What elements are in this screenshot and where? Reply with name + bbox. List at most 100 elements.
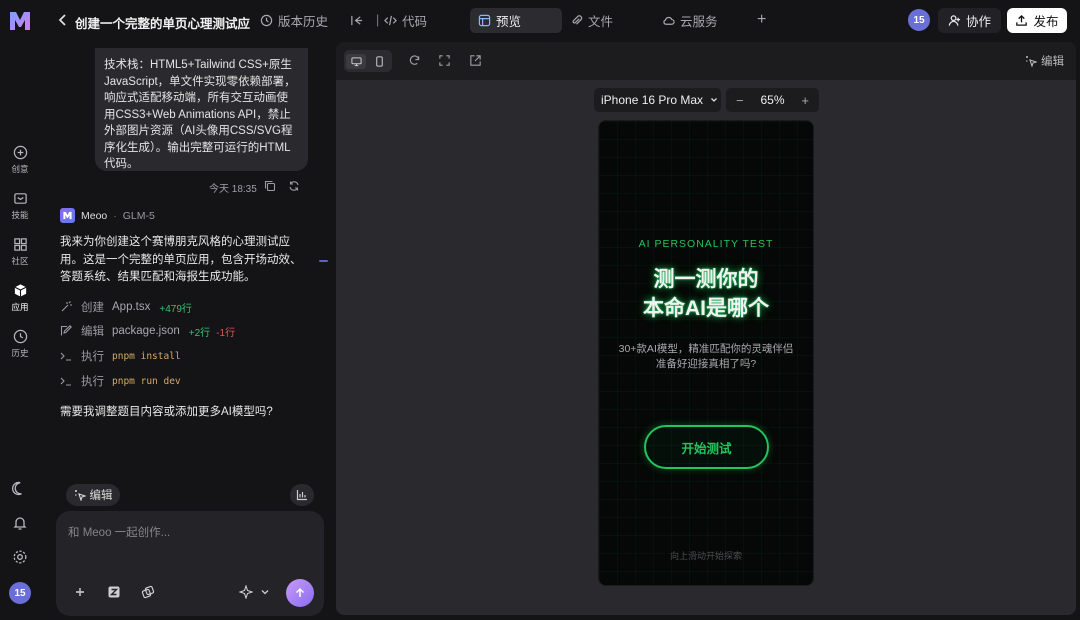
- project-title: 创建一个完整的单页心理测试应: [75, 17, 251, 31]
- briefcase-icon: [13, 193, 27, 204]
- code-icon: [384, 15, 397, 25]
- step-edit[interactable]: 编辑 package.json +2行 -1行: [60, 323, 235, 339]
- bot-name: Meoo: [81, 209, 108, 222]
- chart-button[interactable]: [290, 484, 314, 506]
- bot-dot: ·: [113, 209, 117, 222]
- terminal-icon: [60, 352, 71, 361]
- rail-item-community[interactable]: 社区: [0, 237, 40, 267]
- retry-icon[interactable]: [288, 180, 300, 192]
- rail-item-create[interactable]: 创意: [0, 145, 40, 175]
- z-app-icon[interactable]: [107, 585, 121, 599]
- step-file: App.tsx: [112, 301, 151, 313]
- tab-files-label: 文件: [588, 14, 614, 29]
- step-verb: 执行: [81, 351, 104, 363]
- settings-gear-icon[interactable]: [12, 549, 28, 565]
- meoo-logo[interactable]: [8, 10, 32, 32]
- version-history-button[interactable]: 版本历史: [260, 9, 328, 31]
- collapse-sidebar-button[interactable]: [350, 9, 363, 31]
- edit-chip-label: 编辑: [89, 490, 113, 502]
- bar-chart-icon: [296, 490, 307, 501]
- magic-wand-icon: [61, 301, 72, 312]
- copy-icon[interactable]: [264, 180, 276, 192]
- test-title-line2: 本命AI是哪个: [643, 297, 769, 320]
- step-verb: 执行: [81, 376, 104, 388]
- tab-cloud-label: 云服务: [680, 14, 718, 29]
- send-button[interactable]: [286, 579, 314, 607]
- zoom-out-button[interactable]: −: [736, 93, 744, 108]
- test-title-line1: 测一测你的: [653, 268, 759, 291]
- cube-icon: [14, 284, 26, 297]
- collaborate-button[interactable]: 协作: [938, 8, 1001, 33]
- tab-files[interactable]: 文件: [570, 9, 613, 31]
- tab-code[interactable]: 代码: [384, 9, 427, 31]
- bot-model: GLM-5: [122, 209, 155, 222]
- refresh-icon[interactable]: [408, 54, 421, 67]
- zoom-in-button[interactable]: +: [801, 93, 809, 108]
- chevron-down-icon[interactable]: [258, 585, 272, 599]
- step-verb: 创建: [81, 302, 104, 314]
- step-file: package.json: [112, 325, 180, 337]
- chat-input[interactable]: [68, 523, 308, 543]
- add-tab-button[interactable]: +: [757, 9, 766, 31]
- test-description-line1: 30+款AI模型，精准匹配你的灵魂伴侣: [618, 343, 794, 355]
- step-create[interactable]: 创建 App.tsx +479行: [60, 299, 198, 315]
- open-external-icon[interactable]: [469, 54, 482, 67]
- arrow-up-icon: [295, 587, 305, 597]
- top-bar: 创建一个完整的单页心理测试应 版本历史 | 代码 预览 文件 云服务 + 15 …: [0, 0, 1080, 40]
- step-added-lines: +2行: [188, 327, 211, 339]
- step-verb: 编辑: [81, 326, 104, 338]
- rail-label-skills: 技能: [11, 210, 29, 220]
- plus-icon: +: [757, 11, 767, 28]
- tab-cloud[interactable]: 云服务: [662, 9, 718, 31]
- desktop-view-button[interactable]: [346, 54, 366, 69]
- test-title: 测一测你的 本命AI是哪个: [599, 265, 813, 323]
- rail-item-history[interactable]: 历史: [0, 329, 40, 359]
- bell-icon[interactable]: [12, 515, 28, 531]
- model-selector-icon[interactable]: [239, 585, 253, 599]
- rail-item-skills[interactable]: 技能: [0, 191, 40, 221]
- rail-label-history: 历史: [11, 348, 29, 358]
- version-history-label: 版本历史: [278, 14, 329, 29]
- plus-icon[interactable]: [73, 585, 87, 599]
- user-avatar-small[interactable]: 15: [9, 582, 31, 604]
- back-chevron-icon[interactable]: [56, 12, 70, 28]
- monitor-icon: [350, 57, 362, 67]
- start-test-button[interactable]: 开始测试: [644, 425, 769, 469]
- chat-composer: [56, 511, 324, 616]
- user-avatar[interactable]: 15: [908, 9, 930, 31]
- step-exec-dev[interactable]: 执行 pnpm run dev: [60, 373, 181, 389]
- publish-label: 发布: [1033, 15, 1059, 29]
- preview-edit-button[interactable]: 编辑: [1019, 50, 1070, 72]
- step-exec-install[interactable]: 执行 pnpm install: [60, 348, 181, 364]
- test-subtitle: AI PERSONALITY TEST: [638, 238, 774, 250]
- fullscreen-icon[interactable]: [438, 54, 451, 67]
- collaborate-label: 协作: [965, 15, 991, 29]
- scroll-hint: 向上滑动开始探索: [669, 551, 742, 561]
- plus-circle-icon: [13, 145, 27, 160]
- test-description-line2: 准备好迎接真相了吗?: [655, 358, 757, 370]
- collapse-left-icon: [351, 15, 363, 25]
- bot-question: 需要我调整题目内容或添加更多AI模型吗?: [60, 406, 273, 418]
- paperclip-icon: [572, 14, 583, 25]
- integration-icon[interactable]: [141, 585, 155, 599]
- zoom-control: − 65% +: [726, 88, 819, 112]
- bot-header: Meoo · GLM-5: [60, 208, 155, 223]
- history-icon: [260, 14, 273, 26]
- preview-icon: [478, 14, 491, 27]
- tab-code-label: 代码: [402, 14, 428, 29]
- publish-button[interactable]: 发布: [1007, 8, 1067, 33]
- rail-label-create: 创意: [11, 164, 29, 174]
- zoom-level: 65%: [760, 93, 785, 107]
- divider: |: [376, 13, 380, 27]
- moon-icon[interactable]: [12, 481, 28, 497]
- tab-preview[interactable]: 预览: [470, 8, 562, 33]
- device-select-value: iPhone 16 Pro Max: [601, 93, 704, 107]
- mobile-view-button[interactable]: [369, 54, 389, 69]
- phone-icon: [375, 56, 383, 67]
- step-command: pnpm install: [112, 350, 181, 362]
- device-select[interactable]: iPhone 16 Pro Max: [594, 88, 721, 112]
- edit-chip[interactable]: 编辑: [66, 484, 120, 506]
- rail-item-apps[interactable]: 应用: [0, 283, 40, 313]
- step-command: pnpm run dev: [112, 375, 181, 387]
- device-toggle: [344, 50, 392, 72]
